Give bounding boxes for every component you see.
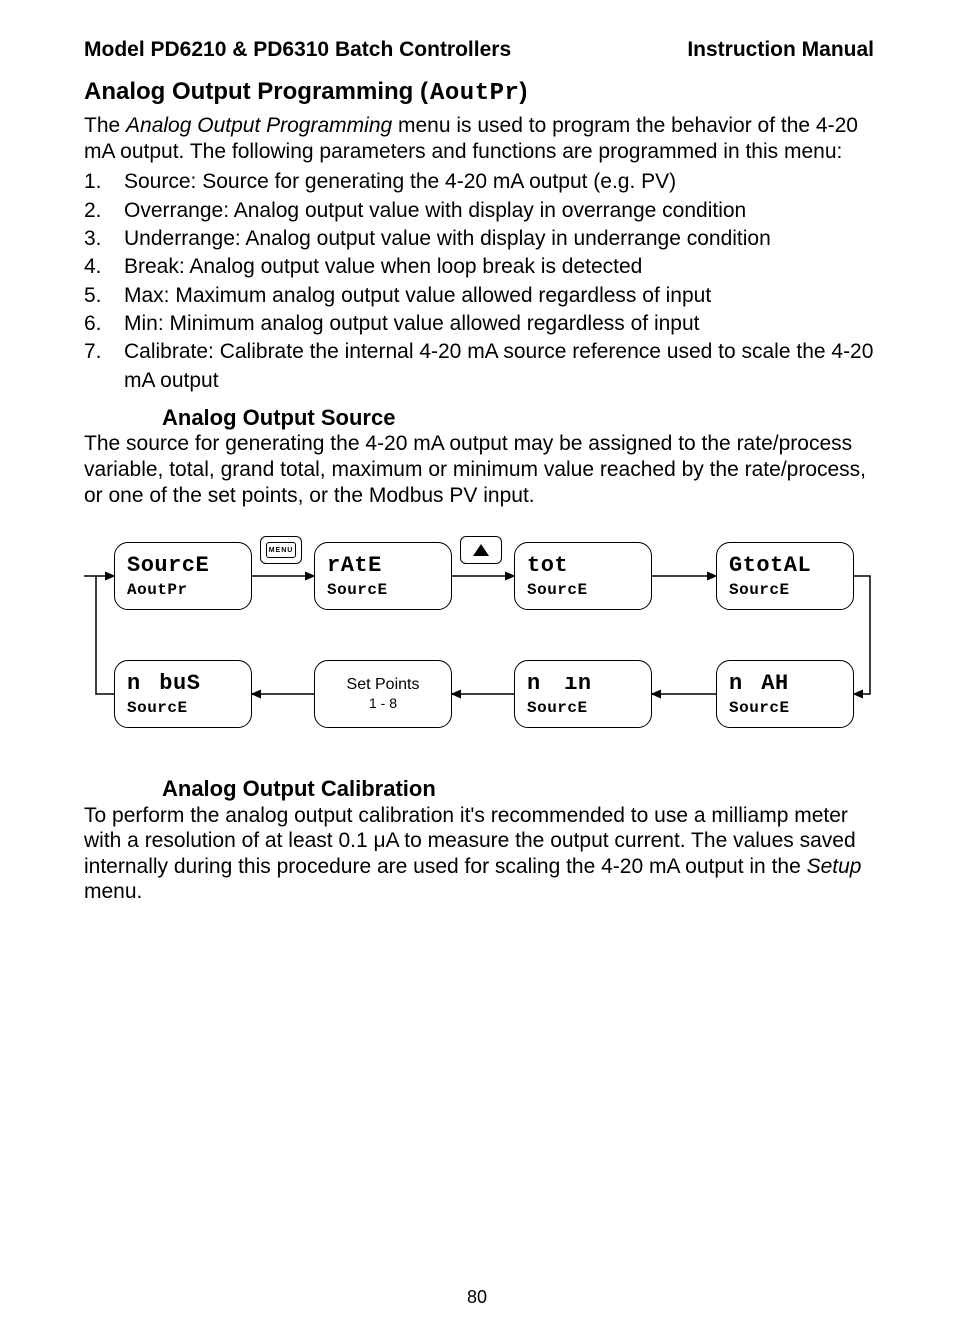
intro-paragraph: The Analog Output Programming menu is us… xyxy=(84,113,874,164)
intro-italic: Analog Output Programming xyxy=(126,114,392,137)
intro-a: The xyxy=(84,114,126,137)
list-num: 2. xyxy=(84,197,124,225)
list-num: 4. xyxy=(84,253,124,281)
connectors xyxy=(84,530,874,760)
list-text: Overrange: Analog output value with disp… xyxy=(124,197,874,225)
list-item: 5.Max: Maximum analog output value allow… xyxy=(84,282,874,310)
list-num: 6. xyxy=(84,310,124,338)
list-text: Min: Minimum analog output value allowed… xyxy=(124,310,874,338)
list-text: Break: Analog output value when loop bre… xyxy=(124,253,874,281)
list-item: 4.Break: Analog output value when loop b… xyxy=(84,253,874,281)
list-item: 1.Source: Source for generating the 4-20… xyxy=(84,168,874,196)
page-number: 80 xyxy=(0,1287,954,1308)
sub2-title: Analog Output Calibration xyxy=(162,776,874,802)
list-text: Calibrate: Calibrate the internal 4-20 m… xyxy=(124,338,874,395)
list-num: 7. xyxy=(84,338,124,395)
header-right: Instruction Manual xyxy=(687,38,874,62)
list-num: 3. xyxy=(84,225,124,253)
list-text: Underrange: Analog output value with dis… xyxy=(124,225,874,253)
sub2-body-italic: Setup xyxy=(807,855,862,878)
list-item: 7.Calibrate: Calibrate the internal 4-20… xyxy=(84,338,874,395)
section-title: Analog Output Programming (AoutPr) xyxy=(84,78,874,107)
list-num: 1. xyxy=(84,168,124,196)
page-header: Model PD6210 & PD6310 Batch Controllers … xyxy=(84,38,874,62)
list-text: Source: Source for generating the 4-20 m… xyxy=(124,168,874,196)
list-num: 5. xyxy=(84,282,124,310)
list-item: 2.Overrange: Analog output value with di… xyxy=(84,197,874,225)
section-title-seg: AoutPr xyxy=(430,80,519,107)
section-title-text: Analog Output Programming ( xyxy=(84,78,428,105)
list-text: Max: Maximum analog output value allowed… xyxy=(124,282,874,310)
list-item: 6.Min: Minimum analog output value allow… xyxy=(84,310,874,338)
section-title-close: ) xyxy=(519,78,527,105)
parameters-list: 1.Source: Source for generating the 4-20… xyxy=(84,168,874,395)
sub2-body-a: To perform the analog output calibration… xyxy=(84,804,856,878)
list-item: 3.Underrange: Analog output value with d… xyxy=(84,225,874,253)
flow-diagram: SourcE AoutPr MENU rAtE SourcE tot Sourc… xyxy=(84,530,874,760)
sub1-title: Analog Output Source xyxy=(162,405,874,431)
header-left: Model PD6210 & PD6310 Batch Controllers xyxy=(84,38,511,62)
sub2-body: To perform the analog output calibration… xyxy=(84,803,874,905)
sub2-body-b: menu. xyxy=(84,880,142,903)
sub1-body: The source for generating the 4-20 mA ou… xyxy=(84,431,874,508)
